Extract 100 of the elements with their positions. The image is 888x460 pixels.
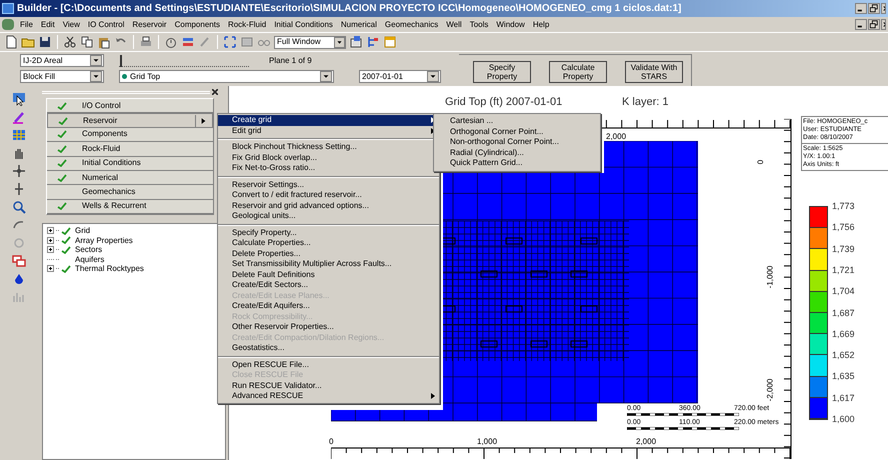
menu-item[interactable]: IO Control (84, 18, 128, 30)
app-icon (2, 19, 14, 30)
menu-item[interactable]: Reservoir (128, 18, 171, 30)
menu-item[interactable]: Quick Pattern Grid... (434, 158, 600, 168)
fit-view-icon[interactable] (223, 35, 237, 49)
minimize-button[interactable] (855, 19, 867, 30)
minimize-button[interactable] (855, 3, 867, 14)
pencil-icon[interactable] (12, 110, 26, 124)
menu-item[interactable]: Tools (466, 18, 492, 30)
panel-grip[interactable] (42, 90, 210, 94)
legend-label: 1,721 (832, 264, 855, 277)
menu-item[interactable]: Other Reservoir Properties... (218, 322, 439, 332)
fill-mode-select[interactable]: Block Fill (20, 70, 104, 83)
property-select[interactable]: Grid Top (119, 70, 334, 83)
tree-item[interactable]: Array Properties (73, 236, 133, 245)
section-button[interactable]: Reservoir (47, 113, 213, 128)
expand-icon[interactable] (47, 236, 54, 244)
menu-item[interactable]: Reservoir and grid advanced options... (218, 200, 439, 211)
menu-item[interactable]: Delete Properties... (218, 248, 439, 259)
menu-item[interactable]: Reservoir Settings... (218, 180, 439, 190)
date-select[interactable]: 2007-01-01 (359, 70, 441, 83)
menu-item[interactable]: Numerical (336, 18, 381, 30)
legend-label: 1,669 (832, 328, 855, 341)
copy-icon[interactable] (80, 35, 94, 49)
menu-item[interactable]: Open RESCUE File... (218, 360, 439, 370)
section-button[interactable]: Initial Conditions (47, 156, 213, 171)
grid-icon[interactable] (12, 128, 26, 142)
menu-item[interactable]: Geological units... (218, 211, 439, 222)
windows-icon[interactable] (12, 254, 26, 268)
window-title: Builder - [C:\Documents and Settings\ESTUDIANTE\Escritorio\SIMULACION PROYECTO ICC\Homogeneo\HOMOGENEO_cmg 1 ciclos.dat:1] (17, 2, 682, 16)
section-button[interactable]: Geomechanics (47, 185, 213, 200)
section-button[interactable]: I/O Control (47, 99, 213, 114)
properties-icon[interactable] (349, 35, 363, 49)
section-button[interactable]: Components (47, 128, 213, 142)
menu-item[interactable]: Convert to / edit fractured reservoir... (218, 190, 439, 200)
tree-item[interactable]: Grid (73, 226, 90, 236)
print-icon[interactable] (139, 35, 153, 49)
menu-item[interactable]: Components (170, 18, 224, 30)
resize-icon[interactable] (12, 182, 26, 196)
menu-item[interactable]: Create/Edit Aquifers... (218, 301, 439, 312)
legend-label: 1,756 (832, 221, 855, 234)
plane-slider[interactable] (119, 54, 249, 66)
action-button[interactable]: Specify Property (473, 61, 531, 83)
tree-view-icon[interactable] (366, 35, 380, 49)
menu-item[interactable]: File (16, 18, 37, 30)
view-select[interactable]: Full Window (274, 36, 346, 48)
menu-item[interactable]: Help (528, 18, 554, 30)
action-button[interactable]: Calculate Property (549, 61, 607, 83)
menu-item[interactable]: Create/Edit Sectors... (218, 280, 439, 290)
menu-item[interactable]: Calculate Properties... (218, 238, 439, 248)
section-button[interactable]: Wells & Recurrent (47, 200, 213, 214)
menu-item[interactable]: Radial (Cylindrical)... (434, 148, 600, 158)
menu-item[interactable]: Advanced RESCUE (218, 391, 439, 402)
section-button[interactable]: Rock-Fluid (47, 142, 213, 157)
tree-item[interactable]: Thermal Rocktypes (73, 264, 144, 274)
cut-icon[interactable] (63, 35, 77, 49)
section-button[interactable]: Numerical (47, 170, 213, 186)
menu-item[interactable]: Edit (36, 18, 59, 30)
menu-item[interactable]: View (58, 18, 84, 30)
drop-icon[interactable] (12, 272, 26, 286)
action-button[interactable]: Validate With STARS (625, 61, 683, 83)
tree-item[interactable]: Aquifers (73, 254, 104, 264)
expand-icon[interactable] (47, 246, 54, 254)
view-mode-select[interactable]: IJ-2D Areal (20, 54, 104, 67)
menu-item[interactable]: Delete Fault Definitions (218, 270, 439, 280)
legend-label: 1,773 (832, 200, 855, 213)
menu-item[interactable]: Non-orthogonal Corner Point... (434, 137, 600, 148)
restore-button[interactable] (868, 19, 880, 30)
axis-label: 2,000 (606, 131, 626, 143)
menu-item[interactable]: Run RESCUE Validator... (218, 380, 439, 391)
legend-label: 1,617 (832, 392, 855, 405)
axis-label: -1,000 (764, 266, 776, 288)
menu-item[interactable]: Well (442, 18, 466, 30)
new-file-icon[interactable] (4, 35, 18, 49)
search-icon[interactable] (12, 200, 26, 214)
menu-item[interactable]: Rock-Fluid (224, 18, 270, 30)
window-icon[interactable] (383, 35, 397, 49)
expand-icon[interactable] (47, 227, 54, 234)
layers-icon[interactable] (181, 35, 195, 49)
menu-item[interactable]: Specify Property... (218, 228, 439, 238)
move-icon[interactable] (12, 164, 26, 178)
save-icon[interactable] (38, 35, 52, 49)
timer-icon[interactable] (164, 35, 178, 49)
menu-item[interactable]: Window (492, 18, 529, 30)
expand-icon[interactable] (47, 265, 54, 272)
menu-item[interactable]: Orthogonal Corner Point... (434, 126, 600, 137)
paste-icon[interactable] (97, 35, 111, 49)
menu-item[interactable]: Initial Conditions (270, 18, 337, 30)
tree-item[interactable]: Sectors (73, 245, 102, 254)
close-icon[interactable] (212, 89, 218, 95)
close-button[interactable] (881, 19, 886, 30)
menu-item[interactable]: Set Transmissibility Multiplier Across Faults... (218, 259, 439, 270)
menu-item[interactable]: Geomechanics (380, 18, 442, 30)
slider-thumb[interactable] (119, 54, 123, 66)
close-button[interactable] (881, 3, 886, 14)
restore-button[interactable] (868, 3, 880, 14)
menu-item[interactable]: Geostatistics... (218, 343, 439, 354)
legend-label: 1,687 (832, 306, 855, 320)
pointer-icon[interactable] (12, 92, 26, 106)
plane-label: Plane 1 of 9 (269, 54, 312, 66)
